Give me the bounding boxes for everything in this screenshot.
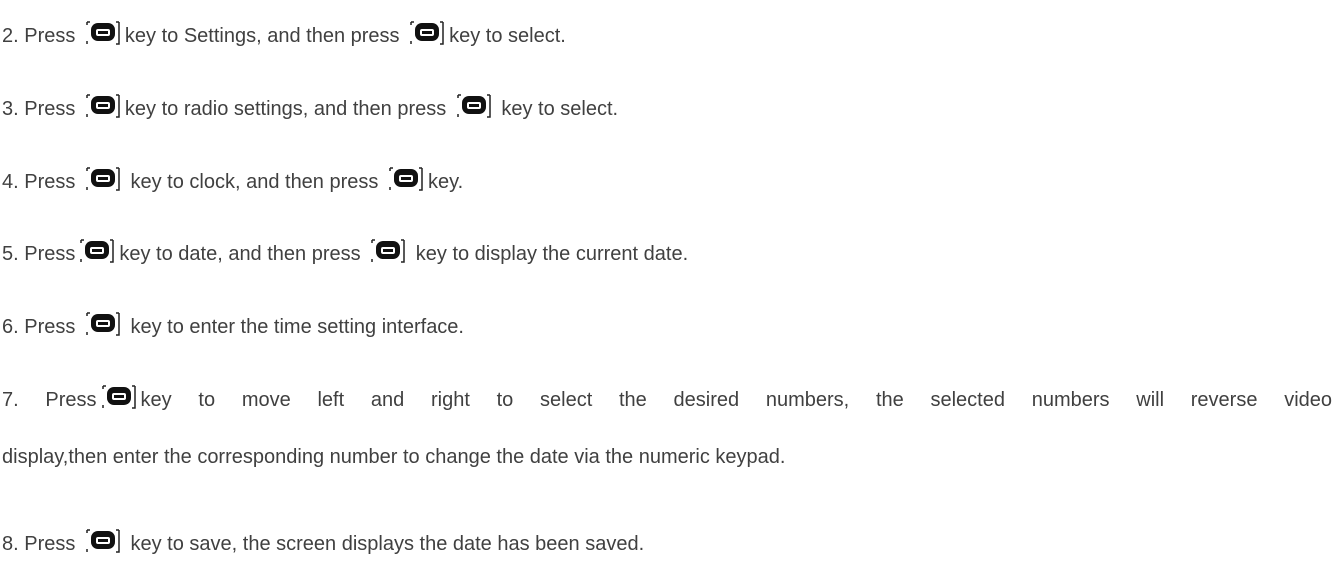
step-7: 7. Press key to move left and right to s…: [2, 384, 1332, 412]
step-2-middle: key to Settings, and then press: [124, 25, 400, 47]
select-key-icon: [454, 93, 494, 119]
select-key-icon: [386, 166, 426, 192]
step-7-text: key to move left and right to select the…: [140, 389, 1333, 411]
step-6-prefix: 6. Press: [2, 316, 76, 338]
step-8-text: key to save, the screen displays the dat…: [130, 533, 645, 555]
select-key-icon: [99, 384, 139, 410]
step-4: 4. Press key to clock, and then press ke…: [2, 166, 1332, 194]
step-2: 2. Press key to Settings, and then press…: [2, 20, 1332, 48]
step-8-prefix: 8. Press: [2, 533, 76, 555]
step-5-suffix: key to display the current date.: [415, 243, 689, 265]
step-2-prefix: 2. Press: [2, 25, 76, 47]
select-key-icon: [83, 166, 123, 192]
select-key-icon: [83, 528, 123, 554]
step-5: 5. Press key to date, and then press key…: [2, 238, 1332, 266]
select-key-icon: [83, 93, 123, 119]
step-7-prefix: 7. Press: [2, 389, 97, 411]
step-8: 8. Press key to save, the screen display…: [2, 528, 1332, 556]
step-3-suffix: key to select.: [501, 98, 619, 120]
step-2-suffix: key to select.: [449, 25, 566, 47]
step-6: 6. Press key to enter the time setting i…: [2, 311, 1332, 339]
step-5-middle: key to date, and then press: [119, 243, 361, 265]
select-key-icon: [83, 311, 123, 337]
step-3-prefix: 3. Press: [2, 98, 76, 120]
step-5-prefix: 5. Press: [2, 243, 76, 265]
select-key-icon: [83, 20, 123, 46]
select-key-icon: [77, 238, 117, 264]
select-key-icon: [407, 20, 447, 46]
step-3-middle: key to radio settings, and then press: [124, 98, 447, 120]
step-4-prefix: 4. Press: [2, 171, 76, 193]
step-4-suffix: key.: [427, 171, 464, 193]
step-3: 3. Press key to radio settings, and then…: [2, 93, 1332, 121]
select-key-icon: [368, 238, 408, 264]
step-7-continuation: display,then enter the corresponding num…: [2, 446, 786, 468]
step-4-middle: key to clock, and then press: [130, 171, 379, 193]
step-6-text: key to enter the time setting interface.: [130, 316, 464, 338]
